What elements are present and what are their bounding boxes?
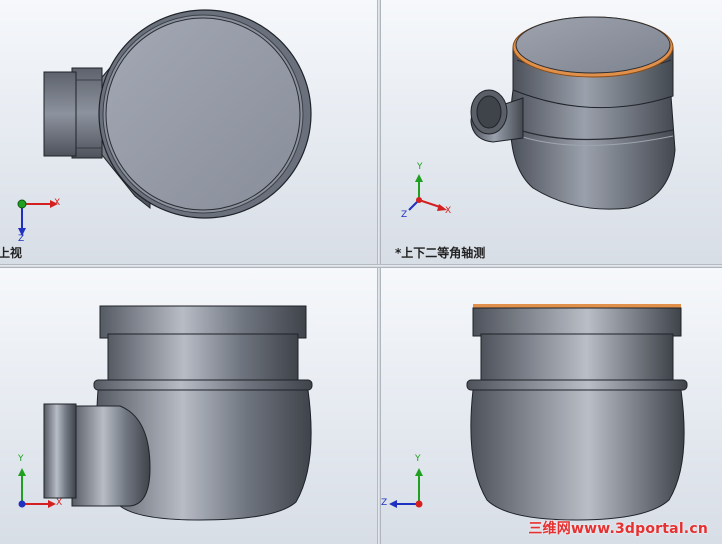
viewport-right[interactable]: Y Z 三维网www.3dportal.cn xyxy=(381,268,722,544)
axis-z-label: Z xyxy=(18,234,25,244)
axis-triad: Y X xyxy=(14,454,64,510)
axis-x-label: X xyxy=(54,198,61,208)
axis-y-label: Y xyxy=(18,454,24,464)
axis-z-label: Z xyxy=(401,210,408,220)
axis-triad: X Z xyxy=(14,196,64,246)
viewport-label-isometric: *上下二等角轴测 xyxy=(395,246,486,260)
axis-triad: Y X Z xyxy=(401,162,461,230)
axis-triad: Y Z xyxy=(381,454,435,510)
viewport-front[interactable]: Y X xyxy=(0,268,377,544)
watermark: 三维网www.3dportal.cn xyxy=(528,521,708,537)
axis-z-label: Z xyxy=(381,498,388,508)
viewport-label-top: 上视 xyxy=(0,246,23,260)
viewport-top[interactable]: X Z 上视 xyxy=(0,0,377,264)
axis-x-label: X xyxy=(445,206,452,216)
axis-y-label: Y xyxy=(417,162,423,172)
viewport-splitter-vertical[interactable] xyxy=(377,0,381,544)
axis-y-label: Y xyxy=(415,454,421,464)
viewport-isometric[interactable]: Y X Z *上下二等角轴测 xyxy=(381,0,722,264)
axis-x-label: X xyxy=(56,498,63,508)
viewport-splitter-horizontal[interactable] xyxy=(0,264,722,268)
